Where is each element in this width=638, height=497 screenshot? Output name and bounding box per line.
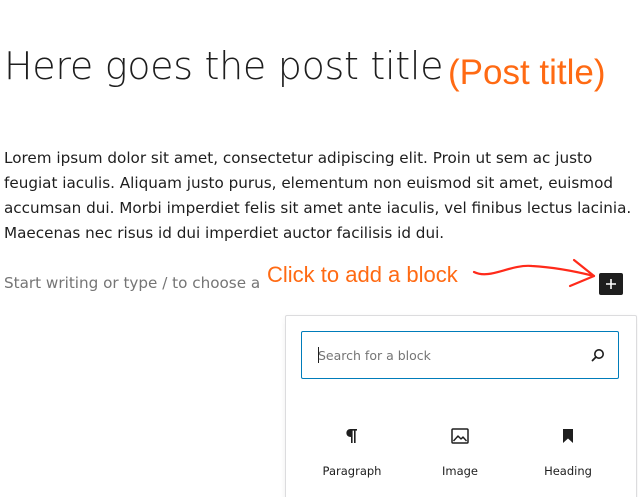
block-option-label: Paragraph <box>322 464 382 478</box>
editor-canvas: Here goes the post title (Post title) Lo… <box>0 0 638 497</box>
block-option-paragraph[interactable]: Paragraph <box>302 426 402 478</box>
plus-icon <box>606 279 616 289</box>
block-option-label: Heading <box>544 464 592 478</box>
add-block-button[interactable] <box>599 273 623 295</box>
paragraph-block[interactable]: Lorem ipsum dolor sit amet, consectetur … <box>4 146 634 246</box>
post-title[interactable]: Here goes the post title <box>4 44 444 88</box>
post-title-annotation: (Post title) <box>448 53 606 92</box>
block-option-label: Image <box>441 464 479 478</box>
text-caret <box>318 347 319 363</box>
bookmark-icon <box>563 429 573 443</box>
block-search-input[interactable] <box>318 344 578 366</box>
search-icon <box>591 349 604 362</box>
block-search-field[interactable] <box>301 331 619 379</box>
add-block-annotation: Click to add a block <box>267 262 458 287</box>
block-inserter-popover: Paragraph Image Heading <box>285 315 637 497</box>
block-option-heading[interactable]: Heading <box>518 426 618 478</box>
paragraph-icon <box>346 429 357 443</box>
default-block-placeholder[interactable]: Start writing or type / to choose a bloc… <box>4 274 260 292</box>
annotation-arrow-icon <box>472 258 596 288</box>
block-option-image[interactable]: Image <box>410 426 510 478</box>
image-icon <box>451 428 469 444</box>
